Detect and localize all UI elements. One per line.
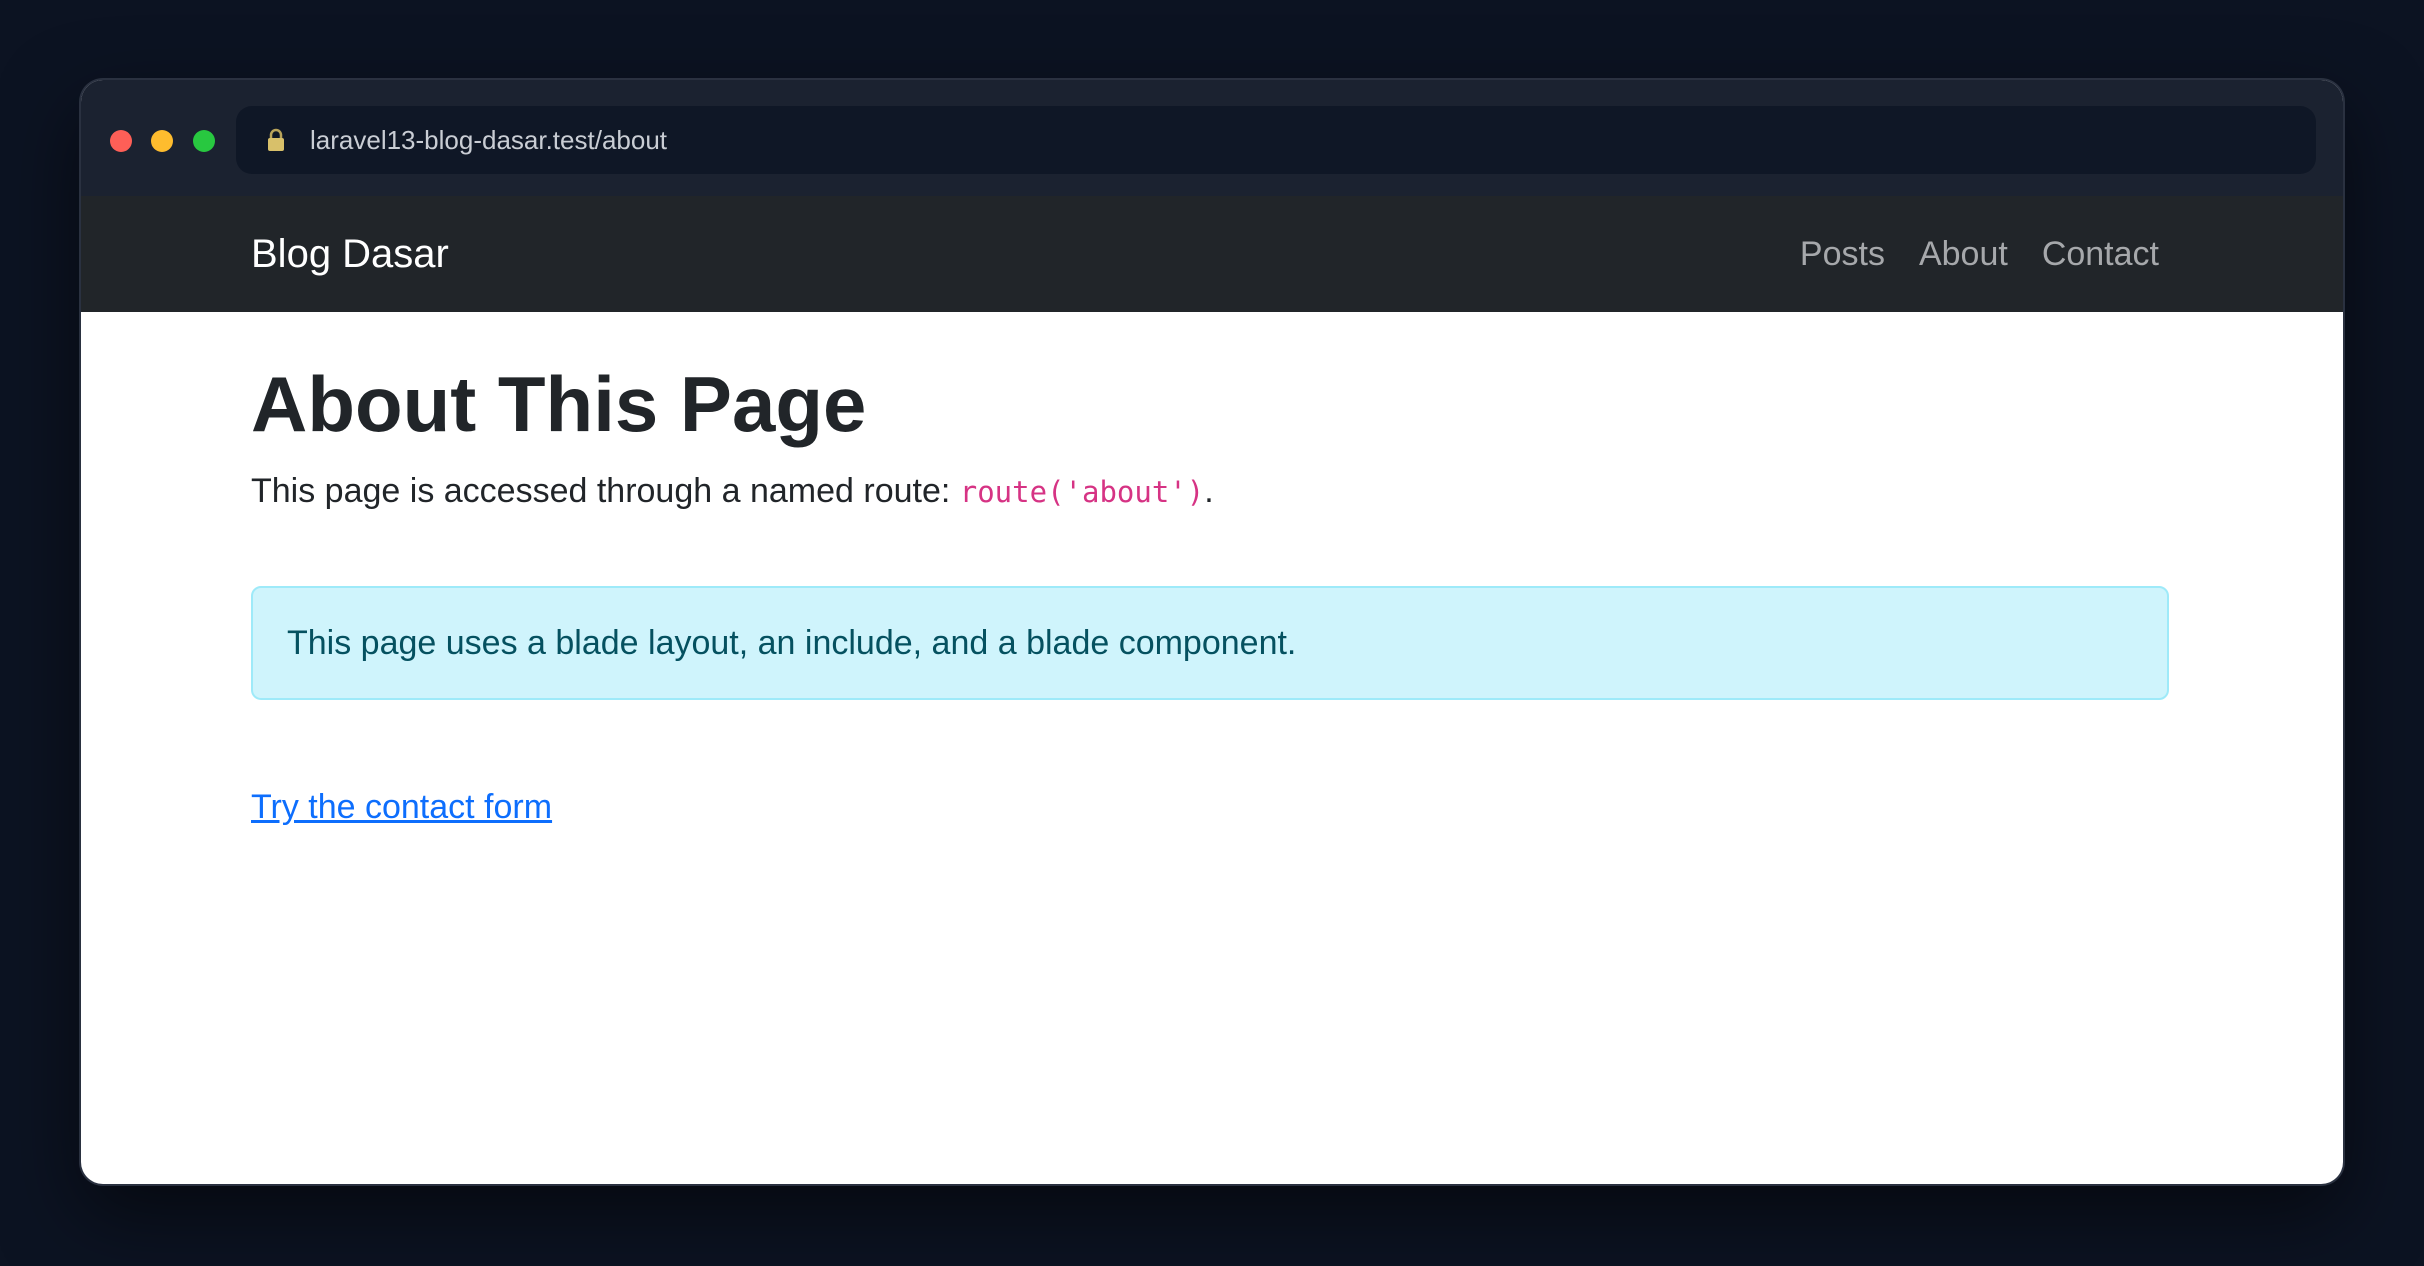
route-description-end: . bbox=[1204, 472, 1214, 510]
browser-chrome: laravel13-blog-dasar.test/about bbox=[81, 80, 2343, 196]
address-bar[interactable]: laravel13-blog-dasar.test/about bbox=[236, 106, 2316, 174]
page-title: About This Page bbox=[251, 360, 867, 448]
lock-icon bbox=[268, 128, 284, 151]
close-window-button[interactable] bbox=[110, 130, 132, 152]
contact-form-link[interactable]: Try the contact form bbox=[251, 788, 552, 827]
route-description: This page is accessed through a named ro… bbox=[251, 472, 1214, 511]
nav-links: Posts About Contact bbox=[1800, 196, 2159, 312]
nav-link-about[interactable]: About bbox=[1919, 235, 2008, 274]
minimize-window-button[interactable] bbox=[151, 130, 173, 152]
maximize-window-button[interactable] bbox=[193, 130, 215, 152]
nav-link-contact[interactable]: Contact bbox=[2042, 235, 2159, 274]
info-alert: This page uses a blade layout, an includ… bbox=[251, 586, 2169, 700]
url-text: laravel13-blog-dasar.test/about bbox=[310, 125, 668, 155]
route-description-text: This page is accessed through a named ro… bbox=[251, 472, 960, 510]
browser-window: laravel13-blog-dasar.test/about Blog Das… bbox=[81, 80, 2343, 1184]
navbar-brand[interactable]: Blog Dasar bbox=[251, 196, 449, 312]
navbar: Blog Dasar Posts About Contact bbox=[81, 196, 2343, 312]
nav-link-posts[interactable]: Posts bbox=[1800, 235, 1885, 274]
route-code: route('about') bbox=[959, 475, 1205, 509]
